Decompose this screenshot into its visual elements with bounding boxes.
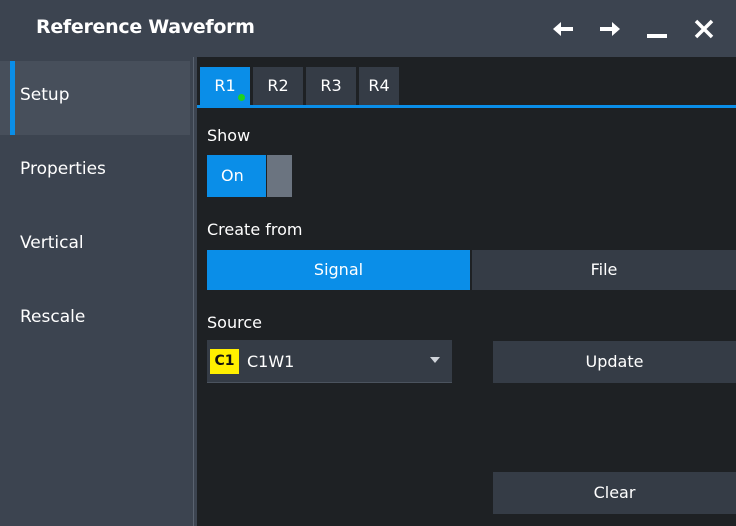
update-button-label: Update [585, 352, 644, 371]
tab-r4[interactable]: R4 [359, 67, 399, 105]
tab-underline [197, 105, 736, 108]
reference-tabs: R1 R2 R3 R4 [197, 57, 736, 105]
caret-down-icon [430, 357, 440, 363]
sidebar-item-rescale[interactable]: Rescale [0, 283, 190, 357]
sidebar-item-setup[interactable]: Setup [0, 61, 190, 135]
toggle-on-state: On [207, 155, 266, 197]
sidebar-item-label: Vertical [20, 233, 84, 253]
segment-label: File [590, 260, 618, 279]
create-from-signal-button[interactable]: Signal [207, 250, 470, 290]
show-toggle[interactable]: On [207, 155, 292, 197]
create-from-file-button[interactable]: File [472, 250, 736, 290]
title-bar: Reference Waveform [0, 0, 736, 57]
sidebar-item-vertical[interactable]: Vertical [0, 209, 190, 283]
show-label: Show [207, 126, 251, 145]
tab-label: R2 [267, 76, 289, 95]
minimize-icon[interactable] [642, 12, 672, 46]
source-label: Source [207, 313, 262, 332]
channel-badge: C1 [210, 349, 239, 374]
sidebar-item-label: Rescale [20, 307, 86, 327]
arrow-right-icon[interactable] [595, 12, 625, 46]
create-from-label: Create from [207, 220, 303, 239]
update-button[interactable]: Update [493, 341, 736, 383]
arrow-left-icon[interactable] [548, 12, 578, 46]
tab-r1[interactable]: R1 [200, 67, 250, 105]
tab-label: R4 [368, 76, 390, 95]
source-dropdown[interactable]: C1 C1W1 [207, 340, 452, 383]
segment-label: Signal [313, 260, 364, 279]
sidebar-item-label: Properties [20, 159, 106, 179]
sidebar-item-label: Setup [20, 85, 70, 105]
sidebar-item-properties[interactable]: Properties [0, 135, 190, 209]
sidebar: Setup Properties Vertical Rescale [0, 57, 190, 526]
window-title: Reference Waveform [36, 16, 255, 38]
toggle-value: On [221, 166, 244, 185]
panel-divider[interactable] [190, 57, 197, 526]
toggle-knob [267, 155, 292, 197]
channel-badge-label: C1 [214, 353, 235, 369]
status-dot [238, 94, 245, 101]
tab-r2[interactable]: R2 [253, 67, 303, 105]
tab-label: R3 [320, 76, 342, 95]
clear-button-label: Clear [593, 483, 636, 502]
clear-button[interactable]: Clear [493, 472, 736, 514]
tab-label: R1 [214, 76, 236, 95]
source-value: C1W1 [247, 352, 295, 371]
close-icon[interactable] [689, 12, 719, 46]
tab-r3[interactable]: R3 [306, 67, 356, 105]
